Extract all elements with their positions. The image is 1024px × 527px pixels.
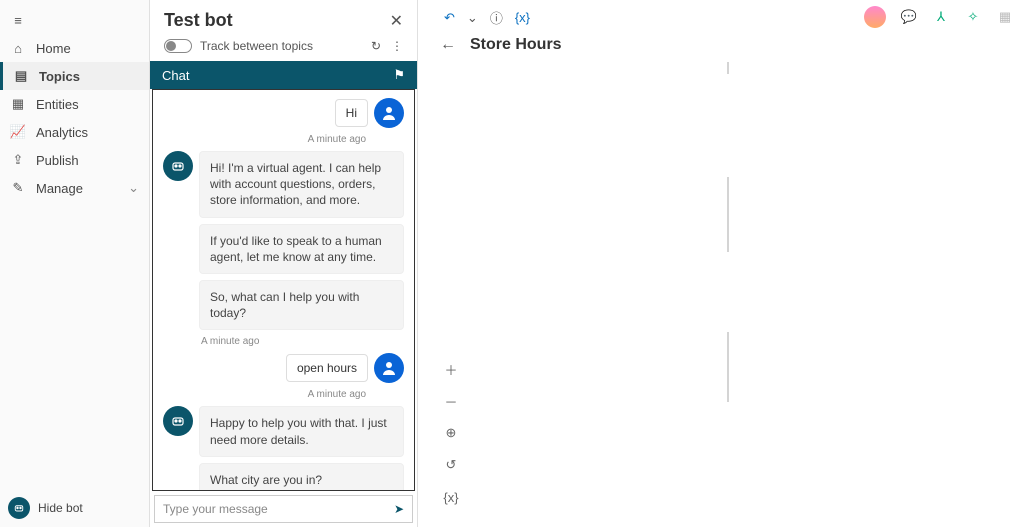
fit-icon[interactable]: ⊕ [442, 424, 460, 442]
variables-icon[interactable]: {x} [442, 488, 460, 506]
timestamp: A minute ago [163, 134, 366, 145]
bot-message: Hi! I'm a virtual agent. I can help with… [199, 151, 404, 218]
manage-icon: ✎ [10, 180, 26, 196]
left-nav: ≡ ⌂ Home ▤ Topics ▦ Entities 📈 Analytics ⇪ Pu… [0, 0, 150, 527]
close-icon[interactable]: ✕ [390, 11, 403, 31]
nav-entities[interactable]: ▦ Entities [0, 90, 149, 118]
zoom-in-icon[interactable]: ＋ [442, 360, 460, 378]
user-message: open hours [286, 354, 368, 382]
chat-header: Chat ⚑ [150, 61, 417, 89]
track-label: Track between topics [200, 39, 313, 53]
analytics-icon: 📈 [10, 124, 26, 140]
zoom-out-icon[interactable]: － [442, 392, 460, 410]
user-avatar-icon [374, 98, 404, 128]
profile-avatar[interactable] [864, 6, 886, 28]
bot-icon[interactable]: ✧ [964, 8, 982, 26]
undo-icon[interactable]: ↶ [444, 10, 455, 26]
nav-label: Topics [39, 69, 80, 84]
info-icon[interactable]: ⓘ [490, 8, 503, 27]
nav-manage[interactable]: ✎ Manage ⌄ [0, 174, 149, 202]
bot-avatar-icon [163, 151, 193, 181]
publish-icon: ⇪ [10, 152, 26, 168]
canvas-tools: ＋ － ⊕ ↺ {x} [442, 360, 460, 506]
bot-icon [8, 497, 30, 519]
nav-hamburger[interactable]: ≡ [0, 6, 149, 34]
fx-icon[interactable]: {x} [515, 10, 530, 25]
chat-icon[interactable]: 💬 [900, 8, 918, 26]
send-icon[interactable]: ➤ [394, 502, 404, 516]
bot-message: So, what can I help you with today? [199, 280, 404, 330]
track-toggle[interactable] [164, 39, 192, 53]
flag-icon[interactable]: ⚑ [393, 67, 405, 83]
nav-label: Home [36, 41, 71, 56]
topics-icon: ▤ [13, 68, 29, 84]
timestamp: A minute ago [201, 336, 404, 347]
more-icon[interactable]: ⋮ [391, 39, 403, 53]
back-arrow-icon[interactable]: ← [440, 36, 456, 54]
bot-message: If you'd like to speak to a human agent,… [199, 224, 404, 274]
bot-message: Happy to help you with that. I just need… [199, 406, 404, 456]
nav-label: Entities [36, 97, 79, 112]
hide-bot-label: Hide bot [38, 501, 83, 515]
nav-label: Manage [36, 181, 83, 196]
home-icon: ⌂ [10, 40, 26, 56]
branch-icon[interactable]: ⅄ [932, 8, 950, 26]
hide-bot-button[interactable]: Hide bot [8, 497, 83, 519]
panel-title: Test bot [164, 10, 233, 31]
user-avatar-icon [374, 353, 404, 383]
timestamp: A minute ago [163, 389, 366, 400]
connector-lines [418, 62, 1024, 422]
input-placeholder: Type your message [163, 502, 268, 516]
entities-icon: ▦ [10, 96, 26, 112]
refresh-icon[interactable]: ↻ [371, 39, 381, 53]
nav-home[interactable]: ⌂ Home [0, 34, 149, 62]
topic-title: Store Hours [470, 36, 562, 54]
chevron-down-icon: ⌄ [128, 180, 139, 196]
reset-icon[interactable]: ↺ [442, 456, 460, 474]
chat-body: Hi A minute ago Hi! I'm a virtual agent.… [152, 89, 415, 491]
nav-label: Publish [36, 153, 79, 168]
nav-analytics[interactable]: 📈 Analytics [0, 118, 149, 146]
authoring-canvas[interactable]: ↶ ⌄ ⓘ {x} 💬 ⅄ ✧ ▦ ← Store Hours ✓ Condit… [418, 0, 1024, 527]
chat-title: Chat [162, 68, 189, 83]
chat-input[interactable]: Type your message ➤ [154, 495, 413, 523]
nav-publish[interactable]: ⇪ Publish [0, 146, 149, 174]
nav-label: Analytics [36, 125, 88, 140]
chevron-down-icon[interactable]: ⌄ [467, 10, 478, 26]
bot-avatar-icon [163, 406, 193, 436]
menu-icon: ≡ [10, 12, 26, 28]
test-bot-panel: Test bot ✕ Track between topics ↻ ⋮ Chat… [150, 0, 418, 527]
nav-topics[interactable]: ▤ Topics [0, 62, 149, 90]
bot-message: What city are you in? [199, 463, 404, 491]
user-message: Hi [335, 99, 368, 127]
grid-icon[interactable]: ▦ [996, 8, 1014, 26]
